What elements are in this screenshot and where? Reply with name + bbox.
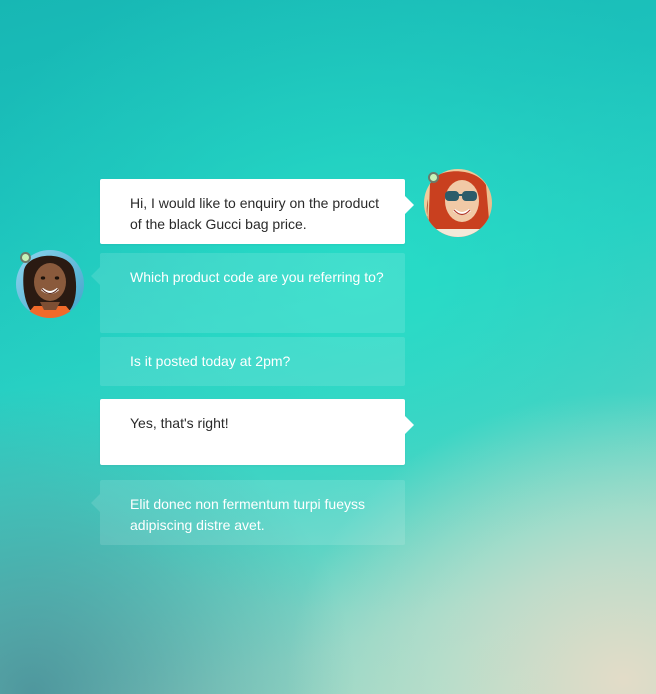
message-text: Elit donec non fermentum turpi fueyss ad… [130,496,366,533]
message-text: Hi, I would like to enquiry on the produ… [130,195,380,232]
chat-message-incoming: Is it posted today at 2pm? [100,337,405,386]
chat-message-incoming: Elit donec non fermentum turpi fueyss ad… [91,480,405,545]
chat-message-incoming: Which product code are you referring to? [91,253,405,333]
online-status-indicator [20,252,31,263]
chat-message-outgoing: Hi, I would like to enquiry on the produ… [100,179,414,244]
message-text: Yes, that's right! [130,415,229,431]
chat-thread: Hi, I would like to enquiry on the produ… [0,0,656,694]
message-text: Is it posted today at 2pm? [130,353,291,369]
online-status-indicator [428,172,439,183]
message-text: Which product code are you referring to? [130,269,384,285]
chat-message-outgoing: Yes, that's right! [100,399,414,465]
